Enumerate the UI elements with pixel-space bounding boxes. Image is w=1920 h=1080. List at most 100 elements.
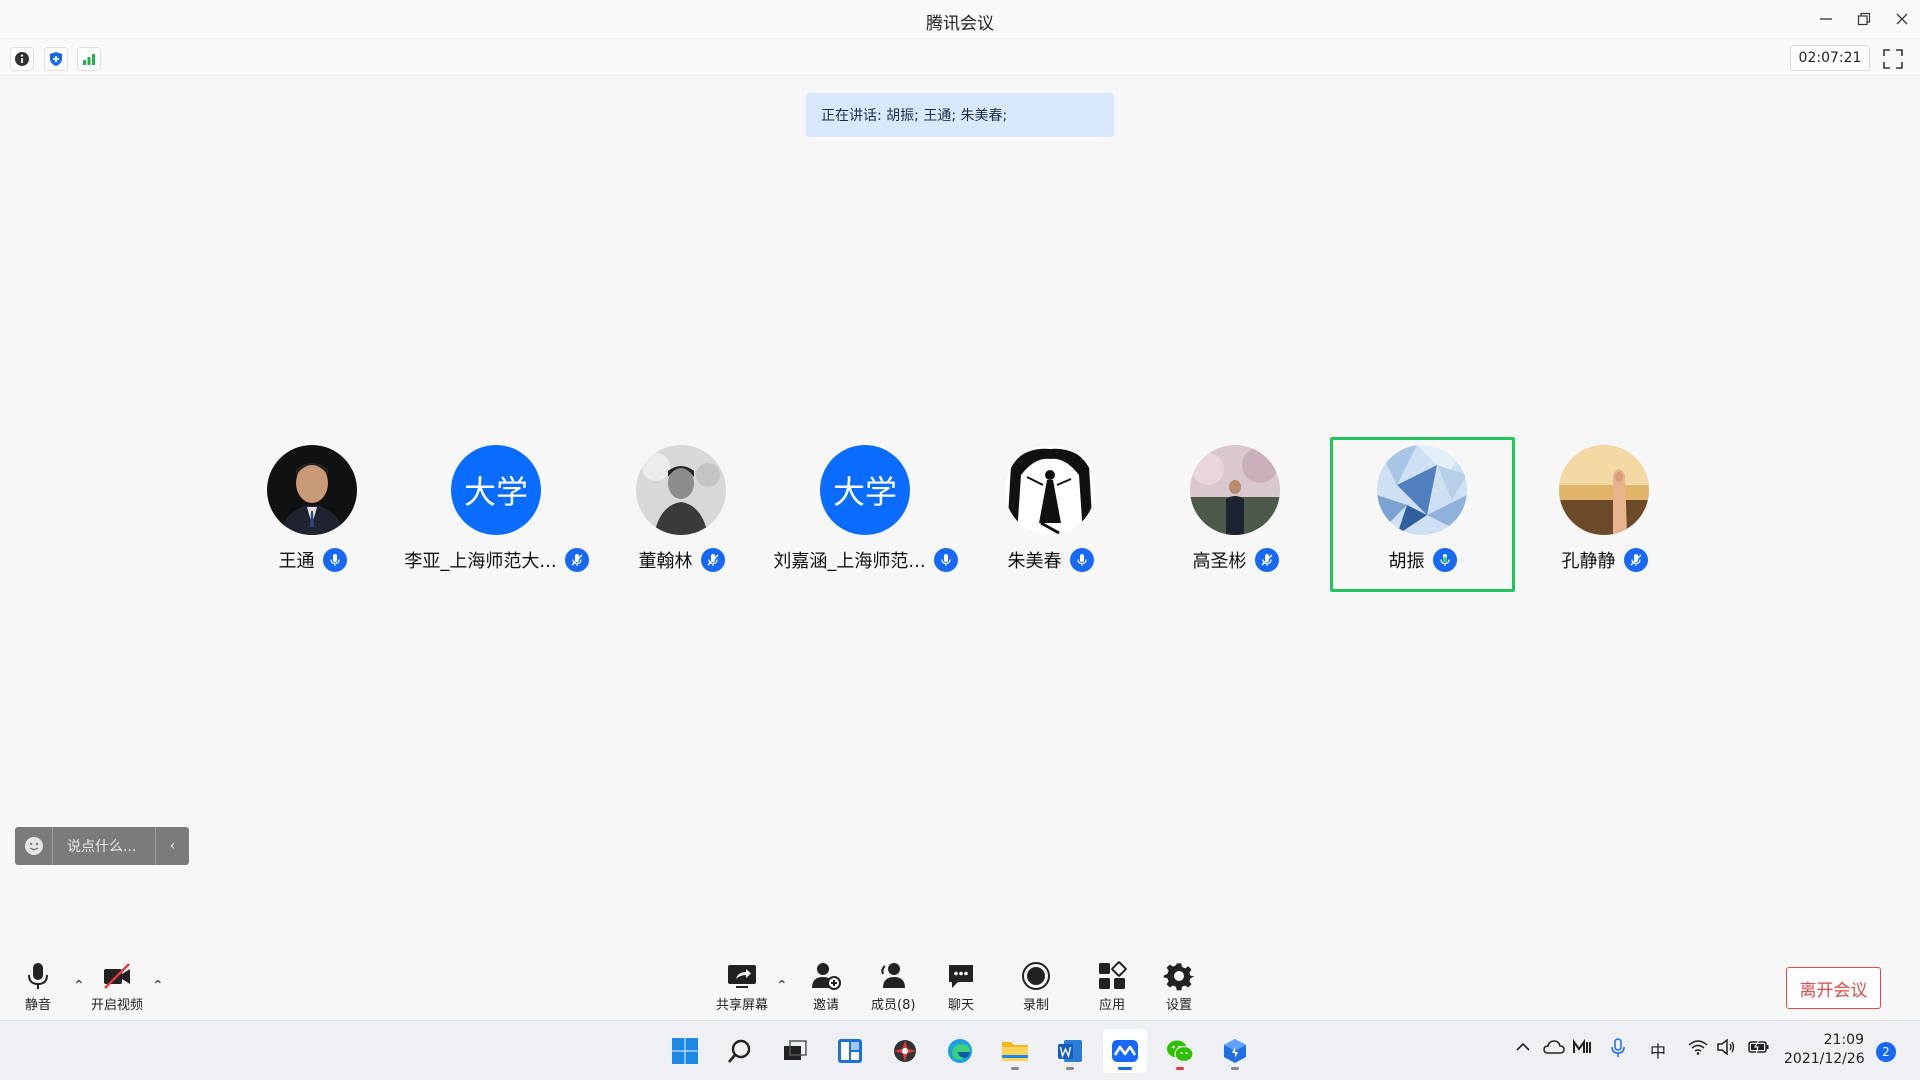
taskbar-app-blue-box[interactable] [1213, 1029, 1257, 1073]
tray-overflow-chevron-icon[interactable] [1514, 1038, 1532, 1056]
avatar [1559, 445, 1649, 535]
invite-button[interactable]: 邀请 [810, 960, 842, 1013]
participant-name: 胡振 [1388, 551, 1425, 572]
mic-on-icon [933, 548, 958, 572]
start-button[interactable] [663, 1029, 707, 1073]
participant-tile[interactable]: 孔静静 [1512, 437, 1697, 592]
chat-placeholder[interactable]: 说点什么... [53, 836, 155, 856]
fullscreen-icon[interactable] [1882, 48, 1904, 70]
microphone-in-use-icon[interactable] [1610, 1038, 1626, 1058]
participant-tile[interactable]: 大学 刘嘉涵_上海师范... [773, 437, 958, 592]
word-icon [1058, 1040, 1082, 1062]
running-indicator [1066, 1067, 1074, 1070]
taskbar-app-tencent-meeting[interactable] [1103, 1029, 1147, 1073]
widgets-button[interactable] [828, 1029, 872, 1073]
wechat-icon [1167, 1040, 1194, 1063]
leave-meeting-button[interactable]: 离开会议 [1786, 967, 1881, 1009]
notification-count-badge[interactable]: 2 [1876, 1042, 1896, 1062]
box-app-icon [1224, 1039, 1246, 1063]
ime-indicator[interactable]: 中 [1650, 1038, 1666, 1062]
emoji-icon[interactable] [15, 827, 53, 865]
taskbar-app-file-explorer[interactable] [993, 1029, 1037, 1073]
video-label: 开启视频 [91, 998, 144, 1013]
participant-tile[interactable]: 王通 [220, 437, 405, 592]
info-icon [15, 52, 29, 66]
mute-button[interactable]: 静音 [22, 960, 54, 1013]
onedrive-cloud-icon[interactable] [1543, 1038, 1565, 1056]
avatar [267, 445, 357, 535]
share-label: 共享屏幕 [716, 998, 769, 1013]
apps-label: 应用 [1098, 998, 1125, 1013]
avatar: 大学 [820, 445, 910, 535]
settings-button[interactable]: 设置 [1163, 960, 1195, 1013]
chat-bubble-icon [949, 965, 973, 988]
speaking-indicator: 正在讲话: 胡振; 王通; 朱美春; [806, 93, 1114, 137]
participant-name: 孔静静 [1561, 551, 1616, 572]
edge-browser-icon [948, 1039, 972, 1063]
restore-button[interactable] [1846, 4, 1882, 34]
taskbar-app-edge[interactable] [938, 1029, 982, 1073]
members-button[interactable]: 成员(8) [871, 960, 915, 1013]
network-quality-button[interactable] [77, 47, 101, 71]
minimize-button[interactable] [1808, 4, 1844, 34]
search-button[interactable] [718, 1029, 762, 1073]
security-button[interactable] [44, 47, 68, 71]
chat-quick-input[interactable]: 说点什么... ‹ [15, 827, 189, 865]
chat-button[interactable]: 聊天 [945, 960, 977, 1013]
os-taskbar: 中 21:09 2021/12/26 2 [0, 1020, 1920, 1080]
task-view-icon [784, 1040, 807, 1060]
participant-tile[interactable]: 董翰林 [589, 437, 774, 592]
close-button[interactable] [1884, 4, 1920, 34]
avatar [1005, 445, 1095, 535]
wheel-app-icon [894, 1040, 916, 1062]
participant-name: 刘嘉涵_上海师范... [773, 551, 926, 572]
participant-name: 高圣彬 [1192, 551, 1247, 572]
restore-icon [1857, 12, 1871, 26]
signal-bars-icon [83, 54, 95, 65]
taskbar-app-word[interactable] [1048, 1029, 1092, 1073]
members-icon [881, 963, 906, 988]
audio-options-chevron-icon[interactable]: ⌃ [73, 978, 85, 994]
start-video-button[interactable]: 开启视频 [91, 960, 143, 1013]
avatar [636, 445, 726, 535]
system-clock[interactable]: 21:09 2021/12/26 [1784, 1031, 1865, 1069]
settings-label: 设置 [1165, 998, 1192, 1013]
taskbar-app-wechat[interactable] [1158, 1029, 1202, 1073]
meeting-toolbar: 静音 ⌃ 开启视频 ⌃ 共享屏幕 ⌃ 邀请 成员(8) 聊天 录制 应用 设置 [0, 950, 1920, 1020]
video-off-icon [104, 963, 130, 989]
title-bar: 腾讯会议 [0, 0, 1920, 39]
participant-tile[interactable]: 朱美春 [958, 437, 1143, 592]
running-indicator [1231, 1067, 1239, 1070]
running-indicator [1011, 1067, 1019, 1070]
share-screen-icon [728, 965, 756, 988]
gear-icon [1163, 963, 1195, 991]
participant-name: 李亚_上海师范大... [404, 551, 557, 572]
apps-button[interactable]: 应用 [1096, 960, 1128, 1013]
wifi-icon[interactable] [1688, 1038, 1708, 1056]
widgets-icon [838, 1039, 862, 1063]
video-options-chevron-icon[interactable]: ⌃ [152, 978, 164, 994]
volume-icon[interactable] [1716, 1038, 1736, 1056]
participant-name: 王通 [278, 551, 315, 572]
windows-logo-icon [672, 1038, 698, 1064]
task-view-button[interactable] [773, 1029, 817, 1073]
share-options-chevron-icon[interactable]: ⌃ [776, 978, 788, 994]
taskbar-app-red-wheel[interactable] [883, 1029, 927, 1073]
tencent-meeting-icon [1112, 1040, 1138, 1062]
share-screen-button[interactable]: 共享屏幕 [716, 960, 768, 1013]
search-icon [728, 1039, 751, 1063]
battery-charging-icon[interactable] [1748, 1038, 1770, 1056]
record-button[interactable]: 录制 [1020, 960, 1052, 1013]
participant-tile[interactable]: 高圣彬 [1143, 437, 1328, 592]
apps-grid-icon [1099, 961, 1127, 989]
participant-name: 朱美春 [1007, 551, 1062, 572]
participant-tile[interactable]: 大学 李亚_上海师范大... [404, 437, 589, 592]
collapse-chevron-icon[interactable]: ‹ [155, 827, 189, 865]
avatar [1377, 445, 1467, 535]
participant-tile-active-speaker[interactable]: 胡振 [1330, 437, 1515, 592]
record-label: 录制 [1022, 998, 1049, 1013]
shield-icon [50, 52, 62, 66]
mail-app-icon[interactable] [1572, 1038, 1594, 1056]
meeting-info-button[interactable] [10, 47, 34, 71]
avatar: 大学 [451, 445, 541, 535]
